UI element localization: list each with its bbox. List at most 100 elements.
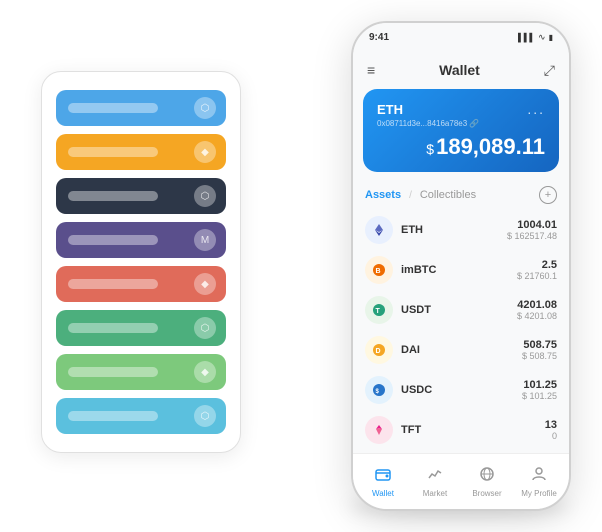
card-label-green — [68, 323, 158, 333]
phone-content: ETH ... 0x08711d3e...8416a78e3 🔗 $189,08… — [353, 89, 569, 453]
asset-values-tft: 13 0 — [545, 419, 557, 441]
asset-values-usdt: 4201.08 $ 4201.08 — [517, 299, 557, 321]
asset-values-usdc: 101.25 $ 101.25 — [522, 379, 557, 401]
asset-name-eth: ETH — [401, 224, 499, 236]
eth-balance-prefix: $ — [426, 141, 434, 157]
card-stack: ⬡ ◆ ⬡ M ◆ ⬡ ◆ ⬡ — [41, 71, 241, 453]
asset-amount-usdt: 4201.08 — [517, 299, 557, 311]
assets-tabs: Assets / Collectibles — [365, 189, 476, 201]
card-icon-blue: ⬡ — [194, 97, 216, 119]
card-icon-red: ◆ — [194, 273, 216, 295]
asset-usd-usdt: $ 4201.08 — [517, 311, 557, 321]
card-item-purple[interactable]: M — [56, 222, 226, 258]
eth-icon — [365, 216, 393, 244]
asset-values-dai: 508.75 $ 508.75 — [522, 339, 557, 361]
asset-usd-eth: $ 162517.48 — [507, 231, 557, 241]
asset-amount-tft: 13 — [545, 419, 557, 431]
tft-icon — [365, 416, 393, 444]
eth-address: 0x08711d3e...8416a78e3 🔗 — [377, 119, 545, 128]
eth-card-header: ETH ... — [377, 101, 545, 117]
dai-icon: D — [365, 336, 393, 364]
eth-symbol: ETH — [377, 102, 403, 117]
assets-header: Assets / Collectibles + — [353, 180, 569, 210]
assets-add-button[interactable]: + — [539, 186, 557, 204]
nav-market[interactable]: Market — [409, 466, 461, 498]
header-title: Wallet — [439, 62, 480, 78]
usdc-icon: $ — [365, 376, 393, 404]
nav-browser-label: Browser — [472, 489, 501, 498]
wallet-nav-icon — [375, 466, 391, 487]
eth-balance-amount: 189,089.11 — [436, 134, 545, 159]
card-item-red[interactable]: ◆ — [56, 266, 226, 302]
profile-nav-icon — [531, 466, 547, 487]
card-label-light-green — [68, 367, 158, 377]
asset-name-usdc: USDC — [401, 384, 514, 396]
asset-usd-dai: $ 508.75 — [522, 351, 557, 361]
scene: ⬡ ◆ ⬡ M ◆ ⬡ ◆ ⬡ — [11, 11, 591, 521]
nav-profile-label: My Profile — [521, 489, 557, 498]
asset-item-usdc[interactable]: $ USDC 101.25 $ 101.25 — [353, 370, 569, 410]
card-icon-purple: M — [194, 229, 216, 251]
expand-icon[interactable]: ⤢ — [544, 62, 555, 79]
asset-name-imbtc: imBTC — [401, 264, 509, 276]
card-item-light-green[interactable]: ◆ — [56, 354, 226, 390]
nav-browser[interactable]: Browser — [461, 466, 513, 498]
browser-nav-icon — [479, 466, 495, 487]
svg-text:T: T — [376, 308, 381, 315]
asset-item-dai[interactable]: D DAI 508.75 $ 508.75 — [353, 330, 569, 370]
nav-market-label: Market — [423, 489, 447, 498]
card-icon-sky: ⬡ — [194, 405, 216, 427]
eth-card[interactable]: ETH ... 0x08711d3e...8416a78e3 🔗 $189,08… — [363, 89, 559, 172]
svg-text:B: B — [376, 268, 381, 275]
asset-amount-eth: 1004.01 — [507, 219, 557, 231]
card-icon-dark: ⬡ — [194, 185, 216, 207]
card-label-dark — [68, 191, 158, 201]
asset-amount-imbtc: 2.5 — [517, 259, 557, 271]
status-icons: ▌▌▌ ∿ ▮ — [518, 32, 553, 43]
nav-wallet-label: Wallet — [372, 489, 394, 498]
asset-item-eth[interactable]: ETH 1004.01 $ 162517.48 — [353, 210, 569, 250]
asset-item-imbtc[interactable]: B imBTC 2.5 $ 21760.1 — [353, 250, 569, 290]
usdt-icon: T — [365, 296, 393, 324]
tab-collectibles[interactable]: Collectibles — [420, 189, 476, 201]
asset-usd-usdc: $ 101.25 — [522, 391, 557, 401]
eth-address-text: 0x08711d3e...8416a78e3 🔗 — [377, 119, 479, 128]
eth-balance: $189,089.11 — [377, 134, 545, 160]
asset-item-tft[interactable]: TFT 13 0 — [353, 410, 569, 450]
asset-values-imbtc: 2.5 $ 21760.1 — [517, 259, 557, 281]
card-icon-green: ⬡ — [194, 317, 216, 339]
card-label-orange — [68, 147, 158, 157]
asset-list: ETH 1004.01 $ 162517.48 B imBTC 2.5 $ 21… — [353, 210, 569, 453]
asset-amount-usdc: 101.25 — [522, 379, 557, 391]
card-icon-light-green: ◆ — [194, 361, 216, 383]
card-item-dark[interactable]: ⬡ — [56, 178, 226, 214]
signal-icon: ▌▌▌ — [518, 33, 535, 42]
card-item-sky[interactable]: ⬡ — [56, 398, 226, 434]
card-item-orange[interactable]: ◆ — [56, 134, 226, 170]
battery-icon: ▮ — [549, 33, 553, 42]
imbtc-icon: B — [365, 256, 393, 284]
phone-header: ≡ Wallet ⤢ — [353, 51, 569, 89]
svg-text:D: D — [376, 348, 381, 355]
nav-profile[interactable]: My Profile — [513, 466, 565, 498]
asset-name-tft: TFT — [401, 424, 537, 436]
tab-assets[interactable]: Assets — [365, 189, 401, 201]
status-bar: 9:41 ▌▌▌ ∿ ▮ — [353, 23, 569, 51]
card-label-purple — [68, 235, 158, 245]
menu-icon[interactable]: ≡ — [367, 62, 375, 78]
asset-usd-tft: 0 — [545, 431, 557, 441]
asset-amount-dai: 508.75 — [522, 339, 557, 351]
assets-divider: / — [409, 190, 412, 201]
eth-more-icon[interactable]: ... — [527, 101, 545, 117]
card-item-blue[interactable]: ⬡ — [56, 90, 226, 126]
asset-name-dai: DAI — [401, 344, 514, 356]
card-label-red — [68, 279, 158, 289]
asset-item-usdt[interactable]: T USDT 4201.08 $ 4201.08 — [353, 290, 569, 330]
card-icon-orange: ◆ — [194, 141, 216, 163]
nav-wallet[interactable]: Wallet — [357, 466, 409, 498]
card-item-green[interactable]: ⬡ — [56, 310, 226, 346]
status-time: 9:41 — [369, 32, 389, 43]
wifi-icon: ∿ — [538, 32, 546, 43]
asset-name-usdt: USDT — [401, 304, 509, 316]
asset-usd-imbtc: $ 21760.1 — [517, 271, 557, 281]
